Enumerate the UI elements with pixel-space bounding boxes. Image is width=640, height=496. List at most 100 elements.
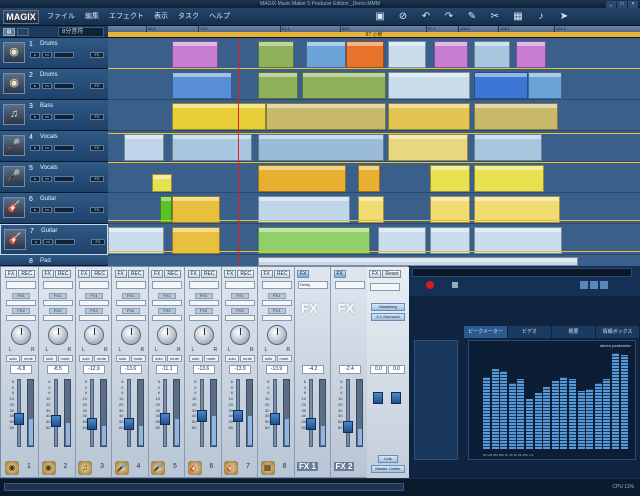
mute-button[interactable]: m: [42, 207, 52, 213]
return-dropdown[interactable]: [334, 281, 365, 289]
solo-button[interactable]: solo: [79, 355, 93, 362]
fx-button[interactable]: FX: [90, 176, 104, 182]
channel-rec-button[interactable]: REC: [273, 270, 291, 278]
solo-button[interactable]: s: [30, 176, 40, 182]
volume-slider[interactable]: [54, 83, 74, 89]
solo-button[interactable]: s: [30, 83, 40, 89]
volume-slider[interactable]: [54, 145, 74, 151]
volume-value[interactable]: -12.9: [83, 365, 105, 374]
solo-button[interactable]: s: [30, 145, 40, 151]
fx2-send-slider[interactable]: [261, 315, 292, 321]
solo-button[interactable]: solo: [152, 355, 166, 362]
track-3[interactable]: ♫ 3 Bass s m FX: [0, 100, 108, 131]
fx-icon[interactable]: ⊘: [395, 10, 411, 24]
return-dropdown[interactable]: Delay: [298, 281, 328, 289]
audio-object[interactable]: [434, 41, 468, 68]
fx1-send-slider[interactable]: [188, 300, 219, 306]
channel-fx-button[interactable]: FX: [187, 270, 200, 278]
fader-track[interactable]: [53, 379, 58, 447]
fader-track[interactable]: [126, 379, 131, 447]
audio-object[interactable]: [474, 196, 560, 223]
audio-object[interactable]: [474, 134, 542, 161]
menu-edit[interactable]: 編集: [80, 8, 104, 26]
volume-fader[interactable]: [123, 418, 134, 430]
audio-object[interactable]: [378, 227, 426, 254]
master-fader-left[interactable]: [373, 392, 383, 404]
fx1-send-slider[interactable]: [152, 300, 182, 306]
mute-button[interactable]: mute: [57, 355, 73, 362]
audio-object[interactable]: [258, 257, 578, 266]
volume-fader[interactable]: [269, 413, 280, 425]
solo-button[interactable]: s: [30, 114, 40, 120]
mute-button[interactable]: mute: [21, 355, 36, 362]
audio-object[interactable]: [172, 134, 252, 161]
audio-object[interactable]: [388, 41, 426, 68]
audio-object[interactable]: [160, 196, 172, 223]
glue-icon[interactable]: ▦: [510, 10, 526, 24]
audio-object[interactable]: [474, 103, 558, 130]
channel-dropdown[interactable]: [261, 281, 292, 289]
channel-dropdown[interactable]: [152, 281, 182, 289]
volume-slider[interactable]: [54, 114, 74, 120]
volume-fader[interactable]: [87, 418, 97, 430]
mute-button[interactable]: m: [42, 176, 52, 182]
volume-slider[interactable]: [55, 239, 75, 245]
channel-rec-button[interactable]: REC: [200, 270, 218, 278]
volume-curve[interactable]: [108, 68, 640, 69]
horizontal-scrollbar[interactable]: [4, 483, 404, 491]
volume-value[interactable]: -13.9: [265, 365, 288, 374]
mute-button[interactable]: mute: [276, 355, 292, 362]
fx2-send-slider[interactable]: [152, 315, 182, 321]
fader-track[interactable]: [90, 379, 94, 447]
note-icon[interactable]: ♪: [533, 10, 549, 24]
volume-fader[interactable]: [160, 413, 170, 425]
mute-button[interactable]: m: [42, 145, 52, 151]
pan-knob[interactable]: [230, 325, 250, 345]
timeline-ruler[interactable]: 65:1 73:1 81:1 89:1 97:1 105:1 113:1 121…: [108, 26, 640, 38]
zoom-button[interactable]: [17, 28, 29, 36]
fx1-send-slider[interactable]: [6, 300, 36, 306]
fx-button[interactable]: FX: [90, 83, 104, 89]
channel-rec-button[interactable]: REC: [18, 270, 35, 278]
pan-knob[interactable]: [266, 325, 287, 345]
surround-button[interactable]: 5.1 Surround: [371, 313, 405, 321]
fx-button[interactable]: FX: [91, 239, 105, 245]
tab-video[interactable]: ビデオ: [508, 326, 552, 338]
mute-button[interactable]: mute: [167, 355, 182, 362]
audio-object[interactable]: [172, 72, 232, 99]
audio-object[interactable]: [124, 134, 164, 161]
fx-button[interactable]: FX: [90, 114, 104, 120]
fader-track[interactable]: [309, 379, 313, 447]
record-button[interactable]: [426, 281, 434, 289]
channel-dropdown[interactable]: [42, 281, 73, 289]
master-fx-button[interactable]: FX: [369, 270, 382, 278]
solo-button[interactable]: s: [31, 239, 41, 245]
view-button[interactable]: [580, 281, 588, 289]
fx1-send-slider[interactable]: [79, 300, 109, 306]
draw-icon[interactable]: ✎: [464, 10, 480, 24]
master-fader-right[interactable]: [391, 392, 401, 404]
audio-object[interactable]: [152, 174, 172, 192]
audio-object[interactable]: [358, 165, 380, 192]
view-button[interactable]: [590, 281, 598, 289]
reset-button[interactable]: Reset: [382, 270, 402, 278]
view-button[interactable]: [600, 281, 608, 289]
solo-button[interactable]: solo: [225, 355, 239, 362]
audio-object[interactable]: [172, 41, 218, 68]
arranger-area[interactable]: [108, 38, 640, 266]
channel-dropdown[interactable]: [6, 281, 36, 289]
solo-button[interactable]: solo: [6, 355, 20, 362]
solo-button[interactable]: solo: [115, 355, 130, 362]
volume-slider[interactable]: [54, 176, 74, 182]
audio-object[interactable]: [172, 196, 220, 223]
menu-help[interactable]: ヘルプ: [204, 8, 235, 26]
maximize-button[interactable]: □: [617, 1, 627, 8]
volume-slider[interactable]: [54, 207, 74, 213]
solo-button[interactable]: s: [30, 52, 40, 58]
menu-file[interactable]: ファイル: [42, 8, 80, 26]
solo-button[interactable]: solo: [42, 355, 57, 362]
volume-value[interactable]: -8.5: [46, 365, 69, 374]
volume-value[interactable]: -6.8: [10, 365, 32, 374]
master-limiter-button[interactable]: Master Limiter: [371, 465, 405, 473]
channel-dropdown[interactable]: [115, 281, 146, 289]
